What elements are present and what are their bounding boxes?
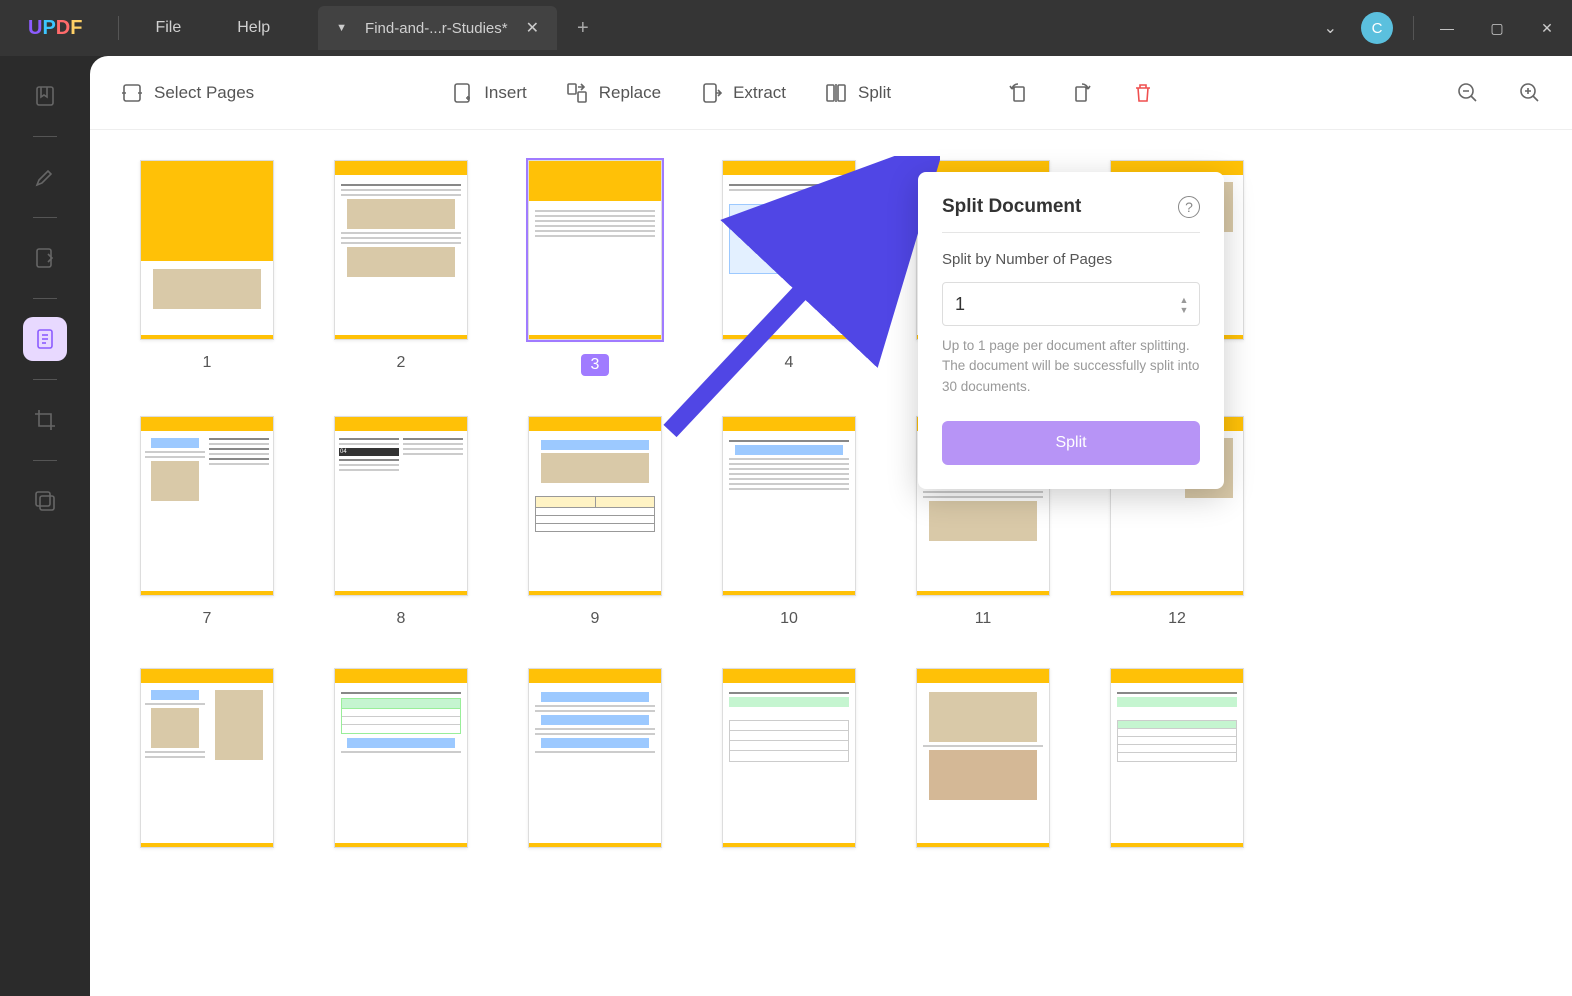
pages-count-input[interactable]: 1 ▲ ▼: [942, 282, 1200, 326]
page-number: 4: [785, 354, 794, 372]
page-number: 10: [780, 610, 798, 628]
page-thumbnail[interactable]: 04: [334, 416, 468, 596]
titlebar: UPDF File Help ▼ Find-and-...r-Studies* …: [0, 0, 1572, 56]
panel-title: Split Document: [942, 196, 1081, 218]
minimize-button[interactable]: —: [1422, 0, 1472, 56]
page-number: 3: [581, 354, 610, 376]
pages-icon[interactable]: [23, 317, 67, 361]
layers-icon[interactable]: [23, 479, 67, 523]
page-number: 8: [397, 610, 406, 628]
page-thumbnails: 1 2 3 4 5 6 7 048 9 10 11 12: [90, 130, 1572, 996]
left-sidebar: [0, 56, 90, 996]
stepper-down-icon[interactable]: ▼: [1175, 305, 1193, 313]
page-number: 2: [397, 354, 406, 372]
page-number: 12: [1168, 610, 1186, 628]
split-confirm-button[interactable]: Split: [942, 421, 1200, 465]
split-hint-text: Up to 1 page per document after splittin…: [942, 336, 1200, 397]
document-tab[interactable]: ▼ Find-and-...r-Studies* ✕: [318, 6, 557, 50]
tab-dropdown-icon[interactable]: ▼: [336, 22, 347, 34]
new-tab-button[interactable]: +: [557, 17, 609, 40]
page-thumbnail[interactable]: [916, 668, 1050, 848]
chevron-down-icon[interactable]: ⌄: [1312, 18, 1349, 38]
tab-label: Find-and-...r-Studies*: [365, 20, 508, 37]
zoom-in-button[interactable]: [1518, 81, 1542, 105]
replace-button[interactable]: Replace: [565, 81, 661, 105]
stepper-up-icon[interactable]: ▲: [1175, 295, 1193, 303]
select-pages-button[interactable]: Select Pages: [120, 81, 254, 105]
page-number: 7: [203, 610, 212, 628]
rotate-left-button[interactable]: [1007, 81, 1031, 105]
rotate-right-button[interactable]: [1069, 81, 1093, 105]
extract-button[interactable]: Extract: [699, 81, 786, 105]
page-thumbnail[interactable]: [1110, 668, 1244, 848]
main-content: Select Pages Insert Replace Extract Spli…: [90, 56, 1572, 996]
page-thumbnail[interactable]: [722, 416, 856, 596]
page-thumbnail[interactable]: [528, 668, 662, 848]
menu-help[interactable]: Help: [209, 19, 298, 37]
page-thumbnail[interactable]: [722, 160, 856, 340]
split-by-label: Split by Number of Pages: [942, 251, 1200, 268]
page-thumbnail[interactable]: [334, 668, 468, 848]
help-icon[interactable]: ?: [1178, 196, 1200, 218]
page-thumbnail[interactable]: [140, 416, 274, 596]
page-number: 9: [591, 610, 600, 628]
user-avatar[interactable]: C: [1361, 12, 1393, 44]
tab-close-icon[interactable]: ✕: [526, 18, 539, 38]
page-number: 11: [975, 610, 992, 628]
page-thumbnail[interactable]: [140, 160, 274, 340]
bookmarks-icon[interactable]: [23, 74, 67, 118]
app-logo: UPDF: [0, 17, 110, 40]
highlight-icon[interactable]: [23, 155, 67, 199]
split-button[interactable]: Split: [824, 81, 891, 105]
page-number: 1: [203, 354, 212, 372]
toolbar: Select Pages Insert Replace Extract Spli…: [90, 56, 1572, 130]
delete-button[interactable]: [1131, 81, 1155, 105]
split-document-panel: Split Document ? Split by Number of Page…: [918, 172, 1224, 489]
page-thumbnail[interactable]: [528, 416, 662, 596]
edit-icon[interactable]: [23, 236, 67, 280]
page-thumbnail[interactable]: [334, 160, 468, 340]
page-thumbnail[interactable]: [528, 160, 662, 340]
zoom-out-button[interactable]: [1456, 81, 1480, 105]
menu-file[interactable]: File: [127, 19, 209, 37]
page-thumbnail[interactable]: [140, 668, 274, 848]
page-thumbnail[interactable]: [722, 668, 856, 848]
crop-icon[interactable]: [23, 398, 67, 442]
close-button[interactable]: ✕: [1522, 0, 1572, 56]
insert-button[interactable]: Insert: [450, 81, 527, 105]
maximize-button[interactable]: ▢: [1472, 0, 1522, 56]
